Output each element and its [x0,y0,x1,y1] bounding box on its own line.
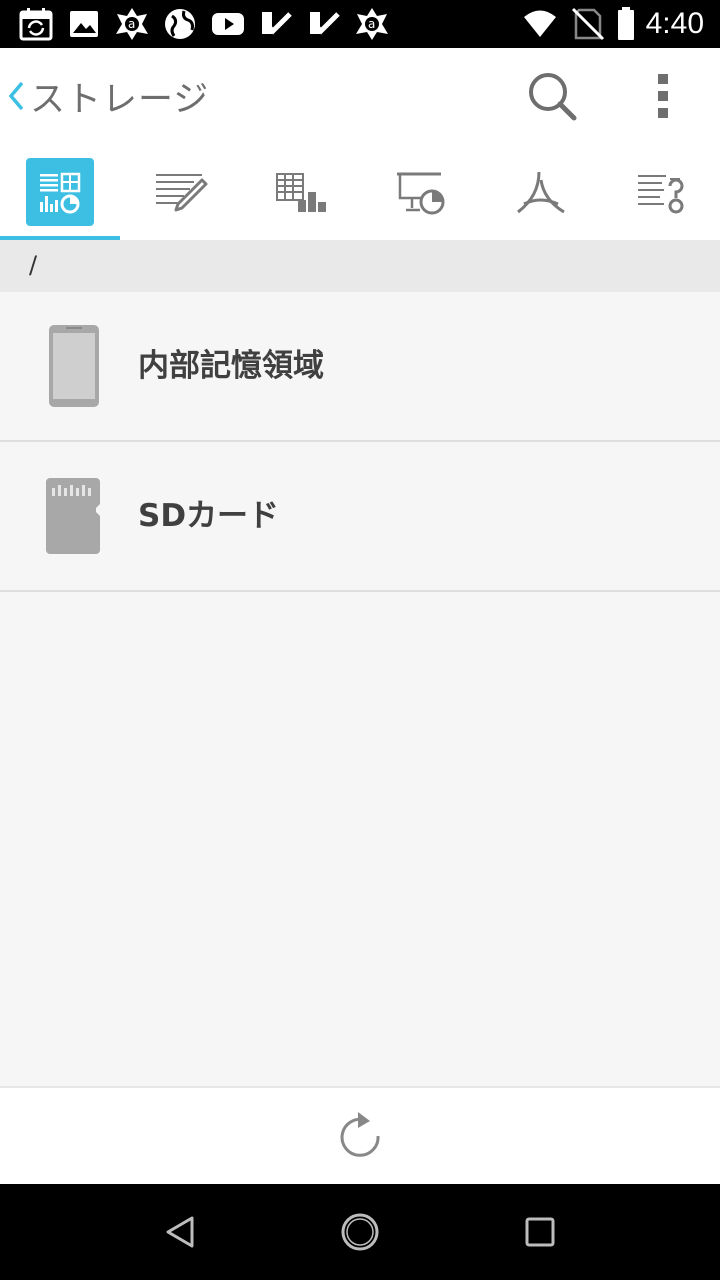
tab-text-documents[interactable] [120,144,240,240]
presentation-icon [397,172,445,215]
more-vert-icon [658,74,668,118]
globe-icon [165,9,195,39]
storage-item-label: 内部記憶領域 [138,348,324,384]
nav-home-icon [341,1213,379,1251]
search-button[interactable] [522,66,582,126]
spreadsheet-icon [276,173,326,212]
nav-recents-icon [525,1217,555,1247]
tab-pdf[interactable] [480,144,600,240]
tab-spreadsheets[interactable] [240,144,360,240]
chevron-left-icon [8,81,24,111]
pdf-icon [517,171,565,214]
status-time: 4:40 [645,7,704,40]
current-path: / [29,251,38,279]
search-icon [529,73,577,121]
no-sim-icon [571,7,605,41]
app-bar: ストレージ [0,48,720,144]
calendar-sync-icon [19,8,53,41]
storage-item-sd-card[interactable]: SDカード [0,442,720,592]
check-app-icon [262,12,292,35]
wifi-icon [524,10,556,37]
phone-icon [49,325,99,407]
tab-other[interactable] [600,144,720,240]
battery-icon [618,7,634,40]
all-docs-icon [40,172,81,214]
svg-text:a: a [368,17,375,31]
text-other-icon [638,175,684,214]
path-bar: / [0,240,720,293]
back-button[interactable]: ストレージ [0,48,209,144]
svg-text:a: a [128,17,135,31]
nav-home-button[interactable] [332,1204,388,1260]
nav-back-button[interactable] [152,1204,208,1260]
refresh-button[interactable] [332,1108,388,1164]
status-bar: a a 4:40 [0,0,720,48]
tab-presentations[interactable] [360,144,480,240]
youtube-icon [212,13,244,35]
refresh-icon [340,1112,380,1157]
system-nav-bar [0,1184,720,1280]
tab-all-documents[interactable] [0,144,120,240]
sd-card-icon [46,478,100,554]
overflow-menu-button[interactable] [634,66,694,126]
storage-item-internal[interactable]: 内部記憶領域 [0,292,720,442]
gallery-icon [70,11,98,37]
avast-icon: a [116,8,148,40]
storage-item-label: SDカード [138,498,280,534]
document-type-tabs [0,144,720,240]
page-title: ストレージ [30,79,210,120]
avast-icon: a [356,8,388,40]
check-app-icon [310,12,340,35]
nav-recents-button[interactable] [512,1204,568,1260]
bottom-toolbar [0,1086,720,1186]
writer-icon [156,174,208,212]
nav-back-icon [166,1216,194,1248]
